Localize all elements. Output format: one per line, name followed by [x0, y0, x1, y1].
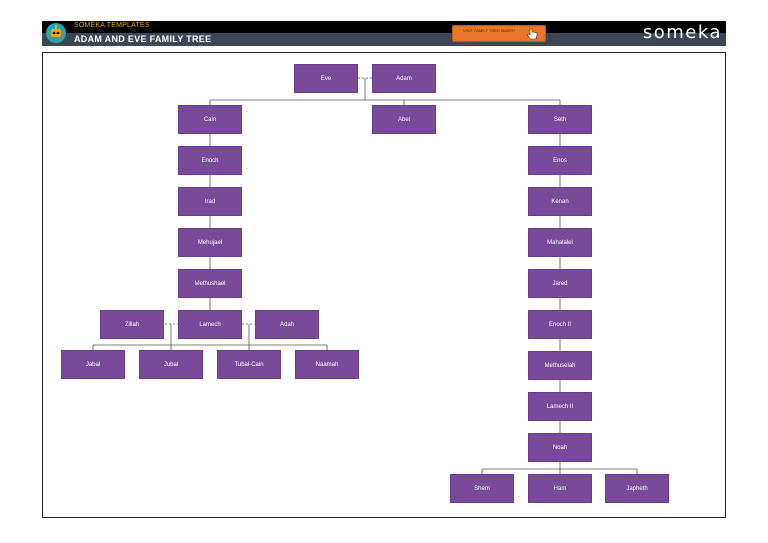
person-naamah[interactable]: Naamah — [295, 350, 359, 379]
person-jubal[interactable]: Jubal — [139, 350, 203, 379]
robot-logo-icon — [46, 23, 66, 43]
hand-pointer-icon — [527, 28, 538, 40]
person-jared[interactable]: Jared — [528, 269, 592, 298]
person-shem[interactable]: Shem — [450, 474, 514, 503]
person-adam[interactable]: Adam — [372, 64, 436, 93]
visit-family-tree-maker-button[interactable]: VISIT FAMILY TREE MAKER — [452, 25, 546, 42]
person-eve[interactable]: Eve — [294, 64, 358, 93]
person-enoch[interactable]: Enoch — [178, 146, 242, 175]
someka-logo: someka — [642, 22, 722, 43]
page-title: ADAM AND EVE FAMILY TREE — [74, 34, 212, 44]
app-header: SOMEKA TEMPLATES ADAM AND EVE FAMILY TRE… — [42, 21, 726, 46]
person-methushael[interactable]: Methushael — [178, 269, 242, 298]
person-irad[interactable]: Irad — [178, 187, 242, 216]
person-adah[interactable]: Adah — [255, 310, 319, 339]
person-ham[interactable]: Ham — [528, 474, 592, 503]
person-jabal[interactable]: Jabal — [61, 350, 125, 379]
person-methuselah[interactable]: Methuselah — [528, 351, 592, 380]
brand-name: SOMEKA TEMPLATES — [74, 22, 150, 29]
person-cain[interactable]: Cain — [178, 105, 242, 134]
person-lamech[interactable]: Lamech — [178, 310, 242, 339]
person-mahalalel[interactable]: Mahalalel — [528, 228, 592, 257]
visit-button-label: VISIT FAMILY TREE MAKER — [463, 28, 515, 33]
person-zillah[interactable]: Zillah — [100, 310, 164, 339]
person-abel[interactable]: Abel — [372, 105, 436, 134]
person-enos[interactable]: Enos — [528, 146, 592, 175]
person-lamech-ii[interactable]: Lamech II — [528, 392, 592, 421]
person-kenan[interactable]: Kenan — [528, 187, 592, 216]
person-enoch-ii[interactable]: Enoch II — [528, 310, 592, 339]
person-japheth[interactable]: Japheth — [605, 474, 669, 503]
person-mehujael[interactable]: Mehujael — [178, 228, 242, 257]
person-tubal-cain[interactable]: Tubal-Cain — [217, 350, 281, 379]
person-seth[interactable]: Seth — [528, 105, 592, 134]
person-noah[interactable]: Noah — [528, 433, 592, 462]
